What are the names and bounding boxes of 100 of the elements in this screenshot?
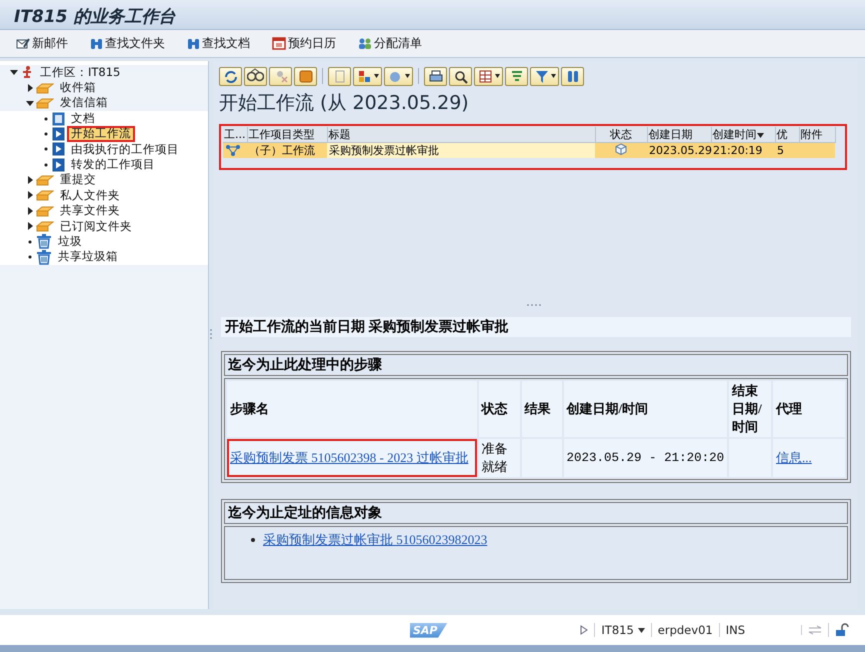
list-title: 开始工作流 (从 2023.05.29) [219,90,470,116]
tree-item[interactable]: 共享文件夹 [56,203,124,219]
sap-logo: SAP [410,622,448,638]
find-button[interactable] [449,66,472,86]
folder-tray-icon [36,173,54,188]
window-title: IT815 的业务工作台 [14,7,176,27]
tree-item[interactable]: 转发的工作项目 [67,157,159,172]
column-header[interactable]: 创建时间 [711,126,775,142]
column-header: 步骤名 [227,380,477,437]
document-button[interactable] [328,66,351,86]
table-cell: 21:20:19 [711,142,775,158]
layout-button[interactable] [353,66,382,86]
system-name: IT815 [601,623,634,638]
table-cell: （子）工作流 [247,142,327,158]
caret-right-icon[interactable] [26,84,34,92]
server-name: erpdev01 [658,623,713,638]
bullet-icon [26,253,34,262]
caret-right-icon[interactable] [26,191,34,200]
caret-right-icon[interactable] [26,176,34,184]
caret-down-icon[interactable] [26,99,34,108]
column-header[interactable]: 优 [775,126,799,142]
play-outline-icon[interactable] [580,625,588,636]
play-icon [52,126,65,141]
folder-tray-icon [36,80,54,95]
tree-item[interactable]: 共享垃圾箱 [54,249,122,265]
folder-tray-icon [36,96,54,110]
person-chair-icon [20,65,34,80]
calendar-icon [272,36,286,50]
column-header[interactable]: 创建日期 [647,126,711,142]
glasses-button[interactable] [244,66,267,86]
step-link[interactable]: 采购预制发票 5105602398 - 2023 过帐审批 [230,450,468,465]
table-row[interactable]: （子）工作流 采购预制发票过帐审批 2023.05.2921:20:19 5 [223,142,835,158]
toolbar-button[interactable]: 查找文档 [185,34,252,53]
column-header[interactable]: 状态 [595,126,647,142]
splitter-handle-icon[interactable] [210,328,212,341]
table-cell: 2023.05.29 [647,142,711,158]
detail-heading: 开始工作流的当前日期 采购预制发票过帐审批 [221,316,851,337]
play-icon [52,158,65,172]
tree-item[interactable]: 重提交 [56,172,100,188]
columns-button[interactable] [474,66,503,86]
workflow-icon [225,144,241,156]
tree-item[interactable]: 垃圾 [54,234,86,250]
trash-can-icon [36,250,52,265]
tree-item[interactable]: 私人文件夹 [56,188,124,204]
caret-down-icon [374,74,379,78]
sum-button[interactable] [505,66,528,86]
column-header: 结果 [522,380,562,437]
bullet-icon [42,145,50,154]
caret-down-icon [551,74,556,78]
folder-tray-icon [36,219,54,234]
trash-can-icon [36,234,52,250]
bullet-icon [26,238,34,246]
play-icon [52,142,65,156]
section-title: 迄今为止此处理中的步骤 [224,354,848,376]
column-header[interactable]: 附件 [799,126,835,142]
column-header[interactable]: 工作项目类型 [247,126,327,142]
tree-item[interactable]: 开始工作流 [67,126,135,142]
envelope-pencil-icon [16,36,30,50]
column-header: 创建日期/时间 [564,380,728,437]
bullet-icon [42,114,50,123]
toolbar-button[interactable]: 预约日历 [270,34,338,53]
tree-item[interactable]: 已订阅文件夹 [56,218,136,234]
padlock-icon[interactable] [835,623,849,638]
folder-tray-icon [36,188,54,202]
display-button[interactable] [384,66,413,86]
search-button[interactable] [561,66,584,86]
caret-right-icon[interactable] [26,206,34,215]
table-cell: 2023.05.29 - 21:20:20 [564,438,728,477]
caret-right-icon[interactable] [26,222,34,230]
cube-icon [615,142,627,155]
print-button[interactable] [424,66,447,86]
bullet-icon [42,160,50,169]
toolbar-button[interactable]: 新邮件 [14,34,70,53]
tree-item[interactable]: 文档 [67,110,99,126]
bullet-icon [251,538,255,542]
caret-down-icon [495,74,500,78]
people-icon [358,36,372,50]
scroll-button[interactable] [294,66,317,86]
table-cell: 5 [775,142,799,158]
refresh-button[interactable] [219,66,242,86]
filter-button[interactable] [530,66,559,86]
splitter-handle-icon[interactable] [527,304,543,306]
input-mode: INS [726,623,745,638]
column-header[interactable]: 工... [223,126,247,142]
toolbar-button[interactable]: 分配清单 [356,34,424,53]
caret-down-icon [405,74,410,78]
section-title: 迄今为止定址的信息对象 [224,502,848,524]
table-cell: 采购预制发票过帐审批 [327,142,595,158]
folder-tray-icon [36,204,54,218]
toolbar-button[interactable]: 查找文件夹 [88,34,167,53]
caret-down-icon[interactable] [10,68,18,76]
table-icon [477,68,494,85]
column-header[interactable]: 标题 [327,126,595,142]
column-header: 代理 [773,380,845,437]
object-link[interactable]: 采购预制发票过帐审批 51056023982023 [263,530,488,549]
column-header: 结束日期/时间 [729,380,772,437]
column-header: 状态 [478,380,520,437]
caret-down-icon[interactable] [638,628,645,633]
bullet-icon [42,130,50,138]
tree-item[interactable]: 由我执行的工作项目 [67,142,183,158]
